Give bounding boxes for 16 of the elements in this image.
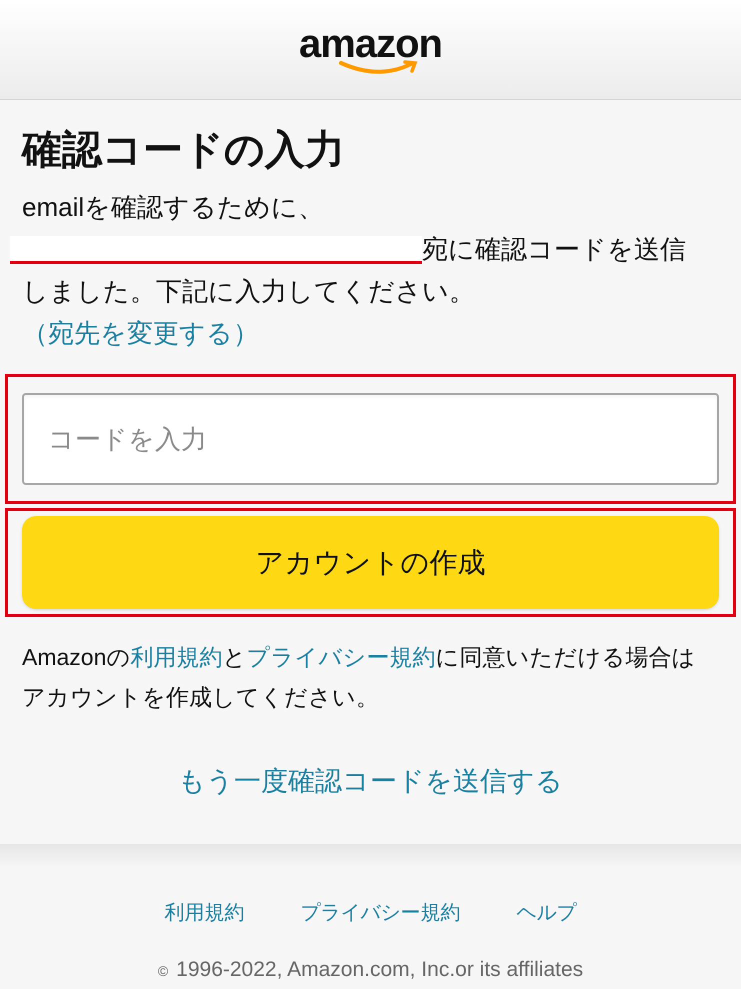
message-text: emailを確認するために、 宛に確認コードを送信しました。下記に入力してください。 （宛先を変更する） bbox=[22, 186, 698, 354]
copyright-text: 1996-2022, Amazon.com, Inc.or its affiliates bbox=[176, 956, 584, 982]
smile-icon bbox=[338, 60, 418, 76]
footer-link[interactable]: 利用規約 bbox=[164, 898, 244, 928]
footer-link[interactable]: プライバシー規約 bbox=[300, 898, 460, 928]
terms-link[interactable]: 利用規約 bbox=[130, 644, 222, 670]
copyright-mark: © bbox=[158, 962, 168, 980]
code-input-field[interactable]: コードを入力 bbox=[22, 393, 719, 485]
resend-code-link[interactable]: もう一度確認コードを送信する bbox=[178, 761, 563, 802]
logo-text[interactable]: amazon bbox=[299, 24, 442, 64]
legal-text: Amazonの利用規約 と プライバシー規約に同意いただける場合はアカウントを作成してください。 bbox=[22, 643, 696, 712]
page-title: 確認コードの入力 bbox=[22, 127, 346, 174]
terms-link[interactable]: プライバシー規約 bbox=[246, 644, 436, 670]
footer-link[interactable]: ヘルプ bbox=[516, 898, 576, 928]
create-account-button[interactable]: アカウントの作成 bbox=[22, 516, 719, 609]
change-address-link[interactable]: （宛先を変更する） bbox=[22, 318, 259, 348]
